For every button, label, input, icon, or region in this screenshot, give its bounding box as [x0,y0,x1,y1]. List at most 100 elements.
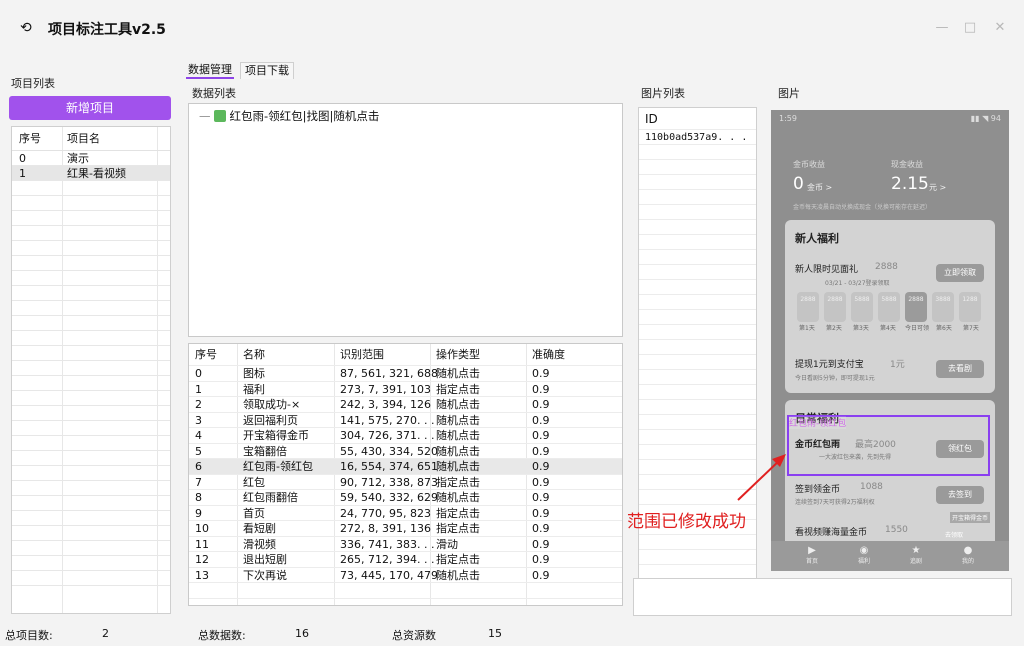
table-row[interactable]: 1 福利 273, 7, 391, 103 指定点击 0.9 [189,382,622,397]
row-op-type: 随机点击 [436,491,480,504]
image-row[interactable]: 110b0ad537a9. . . [639,130,756,145]
video-title: 看视频赚海量金币 [795,528,868,538]
claim-gift-button[interactable]: 立即领取 [936,264,984,282]
table-row[interactable]: 0 图标 87, 561, 321, 688 随机点击 0.9 [189,366,622,382]
row-range: 272, 8, 391, 136 [340,522,431,535]
phone-time: 1:59 [779,114,797,123]
empty-row [639,295,756,310]
tree-item[interactable]: — 红包雨-领红包|找图|随机点击 [199,108,379,124]
data-list-label: 数据列表 [192,87,236,100]
empty-row [639,445,756,460]
alipay-title: 提现1元到支付宝 [795,360,864,370]
table-row[interactable]: 11 滑视频 336, 741, 383. . . 滑动 0.9 [189,537,622,552]
empty-row [639,250,756,265]
empty-row [12,466,170,481]
row-accuracy: 0.9 [532,367,550,380]
table-row[interactable]: 0 演示 [12,151,170,166]
empty-row [639,175,756,190]
empty-row [639,535,756,550]
add-project-button[interactable]: 新增项目 [9,96,171,120]
log-output-box[interactable] [633,578,1012,616]
table-row[interactable]: 9 首页 24, 770, 95, 823 指定点击 0.9 [189,506,622,521]
nav-home[interactable]: ▶ 首页 [797,545,827,565]
empty-row [12,376,170,391]
empty-row [639,325,756,340]
table-row[interactable]: 12 退出短剧 265, 712, 394. . . 指定点击 0.9 [189,552,622,568]
maximize-button[interactable]: □ [962,20,978,36]
empty-row [639,475,756,490]
day-label: 第2天 [826,325,842,332]
empty-row [639,400,756,415]
tab-data-management[interactable]: 数据管理 [186,62,234,79]
empty-row [639,160,756,175]
table-row[interactable]: 13 下次再说 73, 445, 170, 479 随机点击 0.9 [189,568,622,583]
empty-row [639,280,756,295]
close-button[interactable]: ✕ [992,20,1008,36]
row-op-type: 随机点击 [436,413,480,427]
gift-sub: 03/21 - 03/27登录领取 [825,280,890,287]
empty-row [12,556,170,571]
day-label: 第4天 [880,325,896,332]
project-table: 序号 项目名 0 演示 1 红果-看视频 [11,126,171,614]
row-accuracy: 0.9 [532,475,550,489]
status-bar: 总项目数: 2 总数据数: 16 总资源数 15 [0,622,1024,646]
total-data-value: 16 [295,627,309,640]
empty-row [12,316,170,331]
row-range: 90, 712, 338, 873 [340,475,438,489]
table-row[interactable]: 6 红包雨-领红包 16, 554, 374, 651 随机点击 0.9 [189,459,622,475]
sign-amount: 1088 [860,482,883,492]
row-range: 242, 3, 394, 126 [340,398,431,411]
sign-sub: 连续签到7天可获得2万福利权 [795,499,875,506]
day-label: 第1天 [799,325,815,332]
table-row[interactable]: 4 开宝箱得金币 304, 726, 371. . . 随机点击 0.9 [189,428,622,444]
table-row[interactable]: 8 红包雨翻倍 59, 540, 332, 629 随机点击 0.9 [189,490,622,506]
table-row[interactable]: 5 宝箱翻倍 55, 430, 334, 520 随机点击 0.9 [189,444,622,459]
table-body: 0 图标 87, 561, 321, 688 随机点击 0.9 1 福利 273, 7, 39… [189,366,622,605]
watch-drama-button[interactable]: 去看剧 [936,360,984,378]
empty-row [12,496,170,511]
alipay-sub: 今日看剧5分钟，即可提现1元 [795,375,875,382]
total-projects-value: 2 [102,627,109,640]
empty-row [639,415,756,430]
empty-row [12,541,170,556]
row-accuracy: 0.9 [532,398,550,411]
row-accuracy: 0.9 [532,506,550,520]
table-row[interactable]: 1 红果-看视频 [12,166,170,181]
row-index: 12 [195,553,209,566]
table-header: 序号 项目名 [12,127,170,151]
sign-in-button[interactable]: 去签到 [936,486,984,504]
header-index: 序号 [19,132,41,145]
row-name: 红包 [243,475,265,489]
empty-row [12,391,170,406]
row-index: 9 [195,506,202,520]
welfare-icon: ◉ [859,545,869,556]
row-name: 首页 [243,506,265,520]
row-index: 1 [19,167,26,180]
nav-mine[interactable]: ● 我的 [953,545,983,565]
empty-row [639,385,756,400]
empty-row [639,340,756,355]
app-title: 项目标注工具v2.5 [48,22,166,38]
row-index: 7 [195,475,202,489]
day-reward: 2888 [905,292,927,322]
table-row[interactable]: 2 领取成功-× 242, 3, 394, 126 随机点击 0.9 [189,397,622,413]
table-row[interactable]: 7 红包 90, 712, 338, 873 指定点击 0.9 [189,475,622,490]
nav-follow[interactable]: ★ 追剧 [901,545,931,565]
nav-mine-label: 我的 [961,558,974,565]
header-op-type: 操作类型 [436,348,480,361]
minimize-button[interactable]: — [934,20,950,36]
cash-value: 2.15 [891,174,929,194]
empty-row [12,331,170,346]
table-row[interactable]: 3 返回福利页 141, 575, 270. . . 随机点击 0.9 [189,413,622,428]
empty-row [639,460,756,475]
table-row[interactable]: 10 看短剧 272, 8, 391, 136 指定点击 0.9 [189,521,622,537]
total-projects-label: 总项目数: [5,629,53,642]
tab-project-download[interactable]: 项目下载 [240,62,294,79]
video-button[interactable]: 去领取 [945,530,963,539]
home-icon: ▶ [808,545,816,556]
row-range: 59, 540, 332, 629 [340,491,438,504]
row-index: 1 [195,382,202,396]
empty-row [639,145,756,160]
row-range: 141, 575, 270. . . [340,413,435,427]
nav-welfare[interactable]: ◉ 福利 [849,545,879,565]
